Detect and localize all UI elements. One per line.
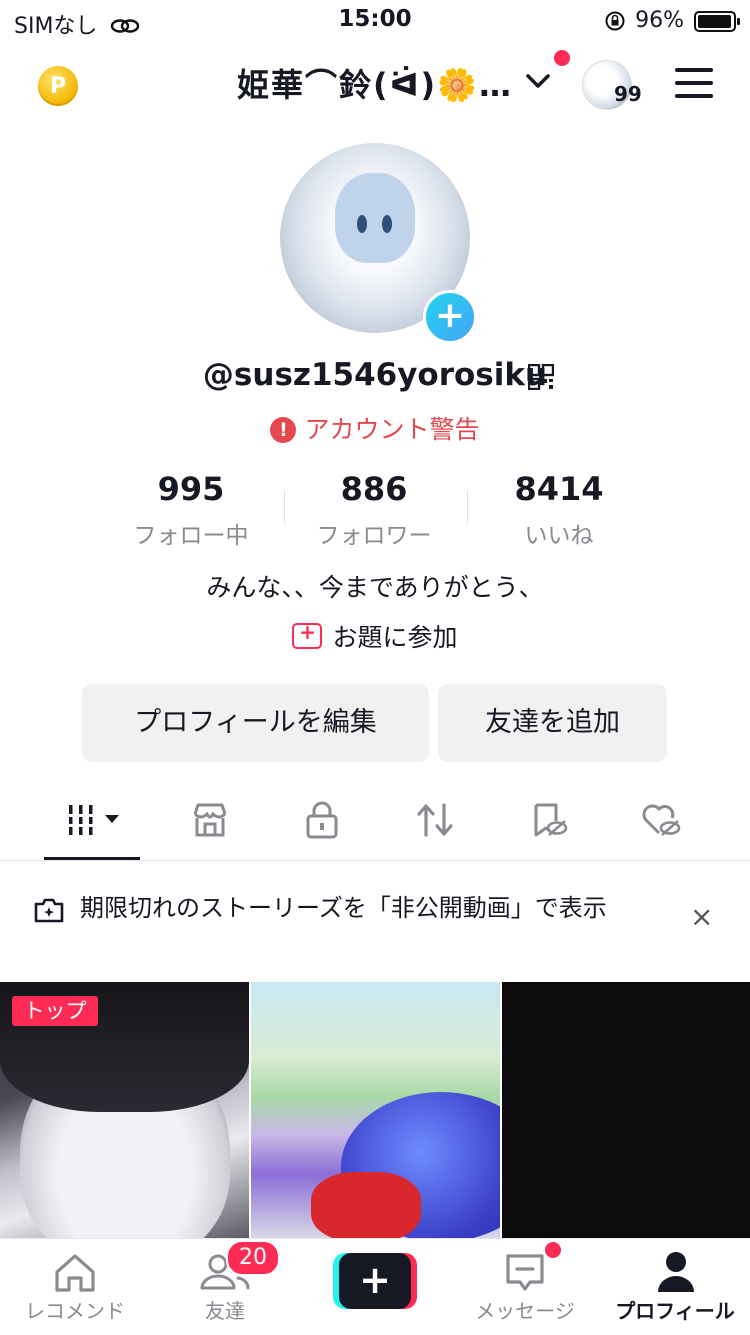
battery-percent: 96% (635, 8, 684, 33)
avatar-eye (382, 215, 392, 233)
menu-icon[interactable] (675, 68, 713, 98)
edit-profile-button[interactable]: プロフィールを編集 (82, 684, 429, 762)
followers-label: フォロワー (316, 523, 432, 549)
content-tabs (0, 790, 750, 861)
chevron-down-icon[interactable] (524, 70, 552, 92)
favorites-hidden-icon (534, 803, 568, 837)
account-warning[interactable]: ! アカウント警告 (0, 410, 750, 446)
followers-count: 886 (340, 470, 408, 508)
video-thumbnail[interactable] (251, 982, 500, 1238)
nav-home[interactable]: レコメンド (0, 1238, 150, 1334)
status-bar: SIMなし 15:00 96% (0, 0, 750, 44)
profile-handle: @susz1546yorosiku (202, 357, 548, 393)
nav-profile-label: プロフィール (615, 1299, 735, 1323)
avatar-eye (357, 215, 367, 233)
following-count: 995 (157, 470, 225, 508)
stat-followers[interactable]: 886 フォロワー (279, 470, 469, 550)
nav-home-label: レコメンド (25, 1299, 125, 1323)
qr-code-icon[interactable] (528, 364, 554, 390)
account-notification-dot (554, 50, 570, 66)
add-topic-icon (292, 620, 323, 649)
stat-following[interactable]: 995 フォロー中 (96, 470, 286, 550)
rotation-lock-icon (605, 11, 625, 31)
repost-icon (417, 803, 453, 837)
plus-icon: + (339, 1253, 411, 1309)
video-grid (0, 982, 750, 1238)
likes-count: 8414 (514, 470, 604, 508)
profile-bio: みんな、、今までありがとう、 (206, 573, 544, 602)
battery-icon (694, 11, 740, 32)
following-label: フォロー中 (133, 523, 249, 549)
warning-icon: ! (270, 417, 297, 443)
nav-inbox[interactable]: メッセージ (450, 1238, 600, 1334)
join-topic-label: お題に参加 (332, 623, 458, 652)
camera-archive-icon (34, 898, 64, 923)
tab-reposts[interactable] (405, 790, 465, 850)
shop-icon (193, 803, 227, 837)
nav-friends-label: 友達 (205, 1299, 245, 1323)
tab-private[interactable] (292, 790, 352, 850)
likes-label: いいね (524, 523, 594, 549)
nav-profile[interactable]: プロフィール (600, 1238, 750, 1334)
add-avatar-button[interactable]: + (423, 290, 477, 344)
avatar-image (335, 173, 415, 263)
join-topic-link[interactable]: お題に参加 (0, 618, 750, 654)
home-icon (55, 1254, 95, 1292)
videos-grid-icon (66, 805, 119, 835)
tab-shop[interactable] (180, 790, 240, 850)
nav-inbox-label: メッセージ (475, 1299, 575, 1323)
close-icon[interactable]: × (690, 900, 713, 933)
lock-icon (306, 801, 338, 839)
tab-liked[interactable] (631, 790, 691, 850)
video-thumbnail[interactable] (502, 982, 750, 1238)
stat-likes[interactable]: 8414 いいね (464, 470, 654, 550)
mini-avatar-badge: 99 (614, 82, 642, 106)
liked-hidden-icon (642, 804, 681, 836)
account-warning-label: アカウント警告 (304, 415, 480, 444)
pinned-badge: トップ (12, 996, 98, 1026)
create-button[interactable]: + (333, 1253, 417, 1309)
tab-videos[interactable] (60, 790, 130, 850)
message-notification-dot (543, 1240, 563, 1260)
stories-notice-text: 期限切れのストーリーズを「非公開動画」で表示 (80, 894, 607, 922)
profile-icon (658, 1252, 694, 1292)
thumbnail-image (311, 1172, 421, 1238)
tab-favorites[interactable] (518, 790, 578, 850)
message-icon (506, 1254, 544, 1291)
add-friend-button[interactable]: 友達を追加 (438, 684, 667, 762)
friends-count-badge: 20 (226, 1240, 280, 1276)
